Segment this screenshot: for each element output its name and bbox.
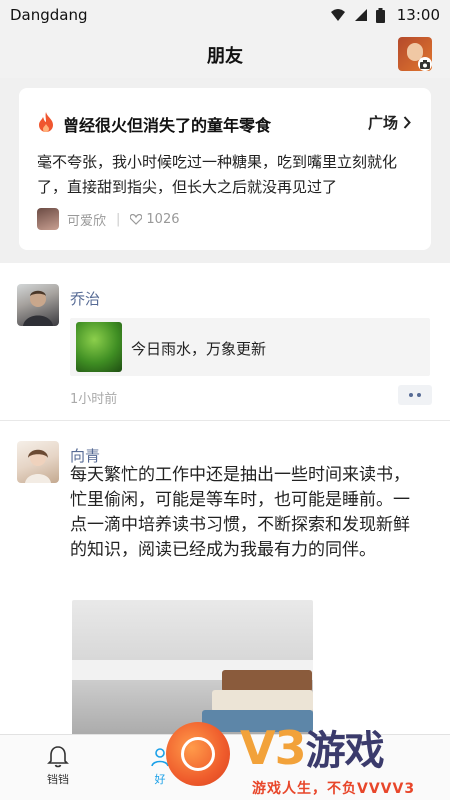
watermark-logo-v3: V3 [240, 721, 307, 775]
topic-card[interactable]: 曾经很火但消失了的童年零食 广场 毫不夸张，我小时候吃过一种糖果，吃到嘴里立刻就… [19, 88, 431, 250]
music-disc-icon [166, 722, 230, 786]
shared-link-text: 今日雨水，万象更新 [131, 340, 267, 358]
author-name[interactable]: 可爱欣 [67, 210, 106, 229]
camera-avatar-button[interactable] [398, 37, 432, 71]
status-icons: 13:00 [330, 6, 440, 24]
meta-divider: | [116, 211, 121, 227]
watermark-logo-text: 游戏 [305, 728, 385, 774]
nav-bar: 朋友 [0, 30, 450, 78]
watermark-logo: V3游戏 [240, 718, 385, 776]
photo-book [212, 690, 313, 712]
post-author-name[interactable]: 乔治 [70, 288, 100, 309]
status-bar: Dangdang 13:00 [0, 0, 450, 30]
wifi-icon [330, 9, 345, 21]
site-watermark: V3游戏 游戏人生，不负VVVV3 [160, 710, 450, 800]
clock-time: 13:00 [396, 6, 440, 24]
battery-icon [375, 7, 385, 23]
heart-outline-icon[interactable] [130, 213, 143, 225]
feed-post: 乔治 今日雨水，万象更新 1小时前 [0, 263, 450, 421]
camera-icon [418, 57, 432, 71]
watermark-slogan: 游戏人生，不负VVVV3 [252, 781, 416, 797]
author-avatar[interactable] [37, 208, 59, 230]
post-time: 1小时前 [70, 392, 118, 407]
carrier-label: Dangdang [10, 6, 88, 24]
more-actions-button[interactable] [398, 385, 432, 405]
photo-book [222, 670, 312, 692]
bell-icon [47, 746, 69, 768]
square-link-label: 广场 [367, 114, 398, 132]
fire-icon [39, 112, 53, 132]
chevron-right-icon [403, 116, 411, 129]
shared-link-card[interactable]: 今日雨水，万象更新 [70, 318, 430, 376]
post-text: 每天繁忙的工作中还是抽出一些时间来读书，忙里偷闲，可能是等车时，也可能是睡前。一… [70, 465, 410, 560]
more-dot [417, 393, 421, 397]
topic-title: 曾经很火但消失了的童年零食 [63, 116, 272, 135]
disc-inner [181, 737, 215, 771]
topic-meta: 可爱欣 | 1026 [37, 208, 180, 230]
page-title: 朋友 [207, 46, 243, 67]
topic-body: 毫不夸张，我小时候吃过一种糖果，吃到嘴里立刻就化了，直接甜到指尖，但长大之后就没… [37, 153, 398, 196]
tab-dingding[interactable]: 铛铛 [8, 735, 108, 800]
square-link[interactable]: 广场 [368, 112, 411, 133]
likes-count: 1026 [146, 211, 180, 227]
signal-icon [354, 9, 367, 21]
avatar[interactable] [17, 284, 59, 326]
tab-label: 铛铛 [47, 773, 69, 786]
more-dot [409, 393, 413, 397]
avatar[interactable] [17, 441, 59, 483]
shared-thumbnail [76, 322, 122, 372]
